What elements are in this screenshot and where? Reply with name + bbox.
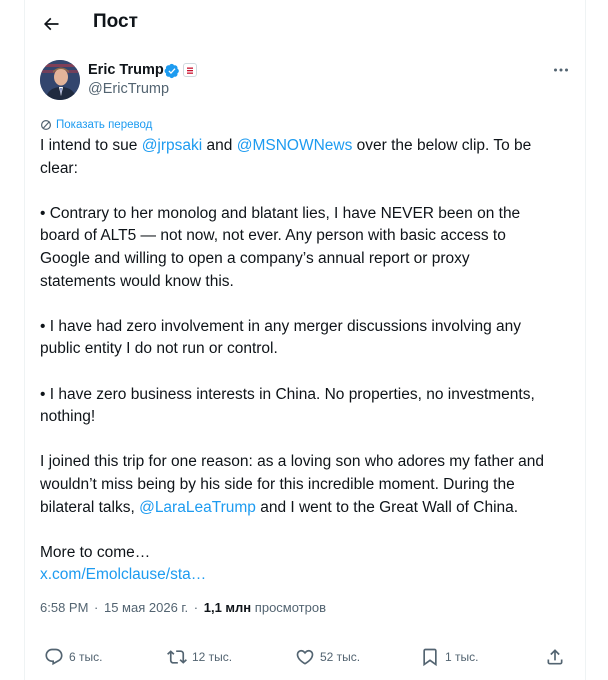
tweet-line: bilateral talks, @LaraLeaTrump and I wen… (40, 497, 570, 520)
reply-count: 6 тыс. (69, 650, 103, 664)
tweet-line: Google and willing to open a company’s a… (40, 248, 570, 271)
reply-button[interactable]: 6 тыс. (44, 640, 102, 674)
tweet-text-segment: • I have had zero involvement in any mer… (40, 317, 522, 335)
reply-icon (45, 648, 63, 666)
like-icon (296, 649, 314, 665)
share-icon (547, 649, 563, 665)
tweet-line: I joined this trip for one reason: as a … (40, 451, 570, 474)
avatar[interactable] (40, 60, 80, 100)
view-count: 1,1 млн (203, 600, 252, 615)
tweet-line: clear: (40, 158, 570, 181)
avatar-image (40, 60, 80, 100)
author-name[interactable]: Eric Trump (88, 62, 164, 78)
like-button[interactable]: 52 тыс. (295, 640, 360, 674)
view-label: просмотров (254, 600, 326, 615)
mention-link[interactable]: @LaraLeaTrump (139, 499, 256, 516)
more-icon (554, 68, 568, 72)
tweet-text-segment: and (202, 137, 237, 154)
tweet-text-segment: statements would know this. (40, 272, 234, 290)
action-bar: 6 тыс. 12 тыс. 52 тыс. 1 тыс. (25, 640, 585, 674)
translate-label: Показать перевод (56, 119, 153, 131)
tweet-line: • Contrary to her monolog and blatant li… (40, 203, 570, 226)
bookmark-icon (423, 648, 437, 667)
tweet-line: I intend to sue @jrpsaki and @MSNOWNews … (40, 135, 570, 158)
tweet-line: nothing! (40, 406, 570, 429)
tweet-text-segment: and I went to the Great Wall of China. (255, 498, 519, 516)
mention-link[interactable]: @MSNOWNews (237, 137, 353, 154)
tweet-text-segment: • I have zero business interests in Chin… (40, 385, 535, 403)
post-header: Пост (25, 0, 585, 48)
tweet-line: More to come… (40, 542, 570, 565)
more-button[interactable] (547, 58, 575, 82)
tweet-text-segment: clear: (40, 159, 78, 177)
tweet-date[interactable]: 15 мая 2026 г. (104, 600, 188, 615)
tweet-lines: I intend to sue @jrpsaki and @MSNOWNews … (40, 135, 570, 564)
post-column: Пост Eric Trump @EricTrump Показать пере… (24, 0, 586, 680)
back-button[interactable] (33, 6, 69, 42)
repost-count: 12 тыс. (192, 650, 233, 664)
tweet-text-segment: board of ALT5 — not now, not ever. Any p… (40, 227, 506, 245)
affiliate-flag-icon (187, 67, 193, 74)
tweet-line: statements would know this. (40, 271, 570, 294)
tweet-line: wouldn’t miss being by his side for this… (40, 474, 570, 497)
tweet-text-segment: • Contrary to her monolog and blatant li… (40, 204, 521, 222)
tweet-text: I intend to sue @jrpsaki and @MSNOWNews … (40, 135, 570, 587)
tweet-text-segment: More to come… (40, 543, 151, 561)
share-button[interactable] (545, 640, 570, 674)
tweet-text-segment: I intend to sue (40, 137, 142, 154)
verified-badge-icon (164, 63, 179, 79)
tweet-text-segment: I joined this trip for one reason: as a … (40, 453, 545, 471)
tweet-line: • I have zero business interests in Chin… (40, 384, 570, 407)
tweet-line: board of ALT5 — not now, not ever. Any p… (40, 225, 570, 248)
translate-link[interactable]: Показать перевод (40, 118, 152, 132)
mention-link[interactable]: @jrpsaki (142, 137, 203, 154)
page-title: Пост (93, 11, 138, 32)
tweet-text-segment: Google and willing to open a company’s a… (40, 249, 470, 267)
tweet-line: public entity I do not run or control. (40, 338, 570, 361)
back-arrow-icon (43, 17, 59, 31)
tweet-time[interactable]: 6:58 PM (40, 600, 88, 615)
like-count: 52 тыс. (320, 650, 361, 664)
tweet-meta: 6:58 PM · 15 мая 2026 г. · 1,1 млн просм… (40, 600, 326, 615)
translate-icon (40, 119, 52, 131)
author-handle[interactable]: @EricTrump (88, 81, 169, 97)
tweet-text-segment: nothing! (40, 408, 96, 426)
tweet-text-segment: bilateral talks, (40, 498, 140, 516)
tweet-link[interactable]: x.com/Emolclause/sta… (40, 566, 206, 583)
repost-icon (167, 650, 187, 664)
tweet-text-segment: public entity I do not run or control. (40, 340, 278, 358)
affiliate-badge-icon[interactable] (183, 63, 197, 77)
tweet-text-segment: over the below clip. To be (352, 137, 532, 154)
bookmark-button[interactable]: 1 тыс. (420, 640, 478, 674)
tweet-text-segment: wouldn’t miss being by his side for this… (40, 475, 515, 493)
tweet-line: • I have had zero involvement in any mer… (40, 316, 570, 339)
repost-button[interactable]: 12 тыс. (167, 640, 232, 674)
bookmark-count: 1 тыс. (445, 650, 479, 664)
